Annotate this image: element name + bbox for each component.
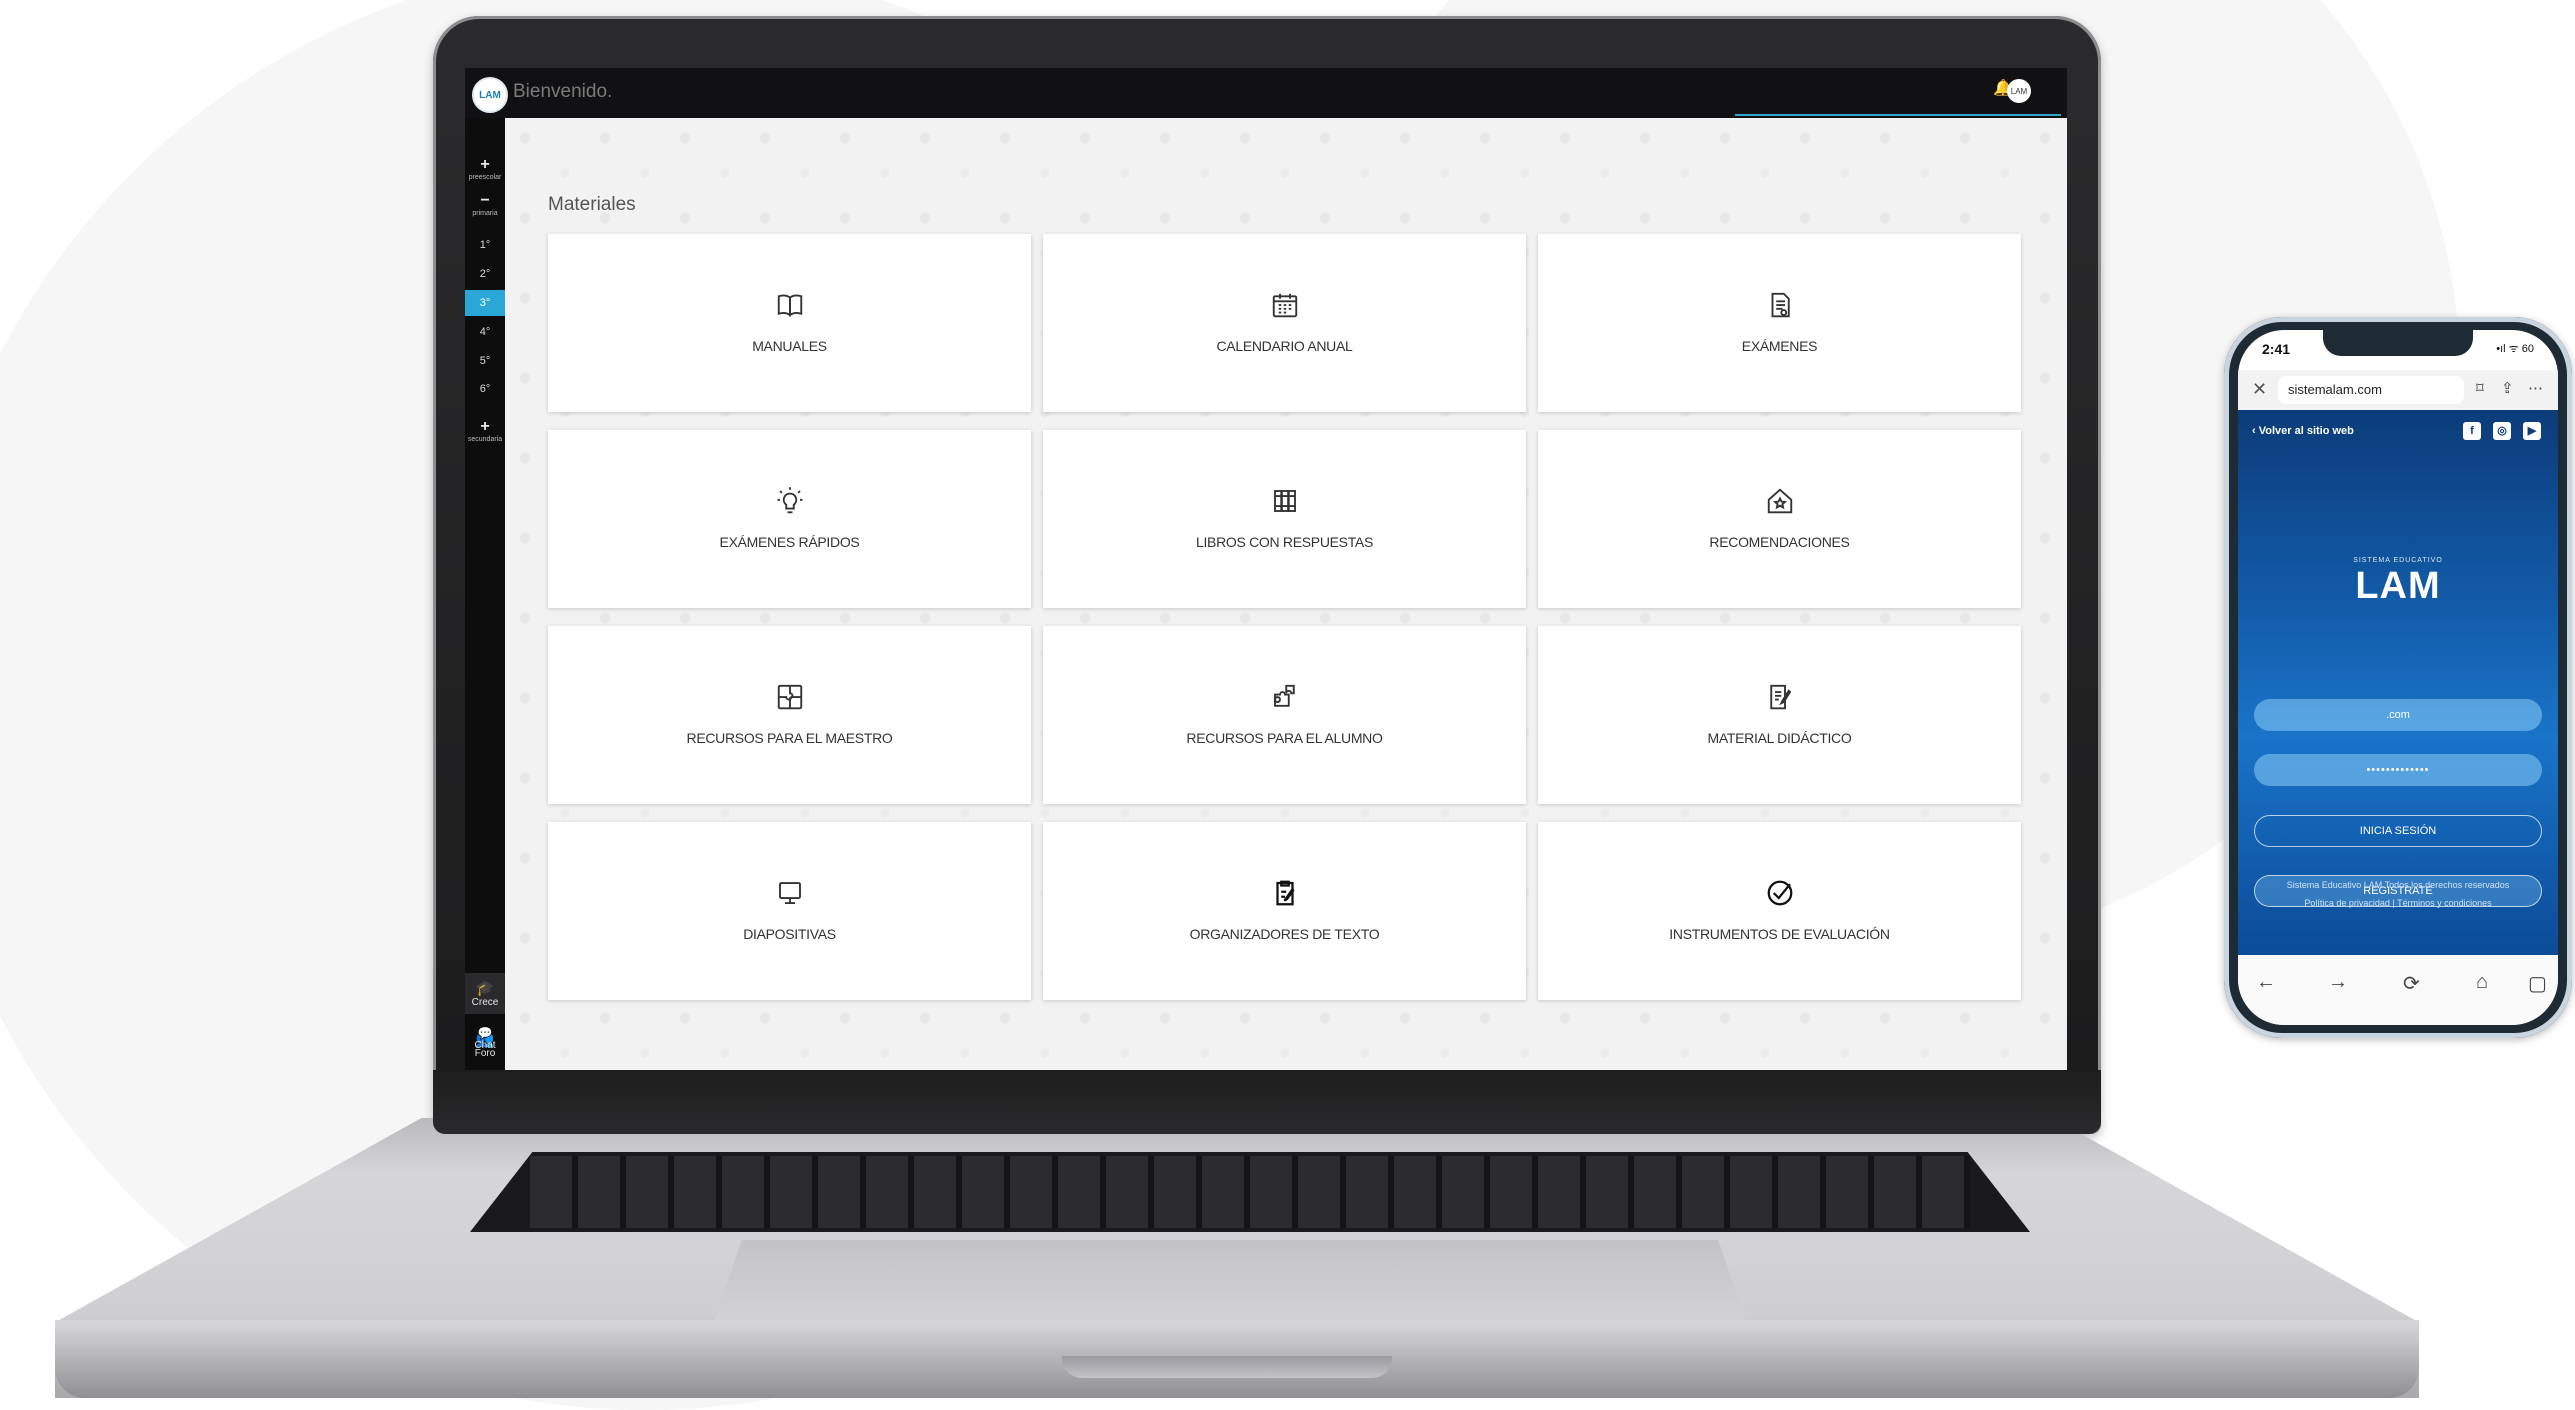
house-star-icon (1538, 486, 2021, 521)
card-recursos-maestro[interactable]: RECURSOS PARA EL MAESTRO (548, 626, 1031, 804)
card-recomendaciones[interactable]: RECOMENDACIONES (1538, 430, 2021, 608)
phone-notch (2323, 330, 2473, 356)
card-calendario-anual[interactable]: CALENDARIO ANUAL (1043, 234, 1526, 412)
more-icon[interactable]: ⋯ (2528, 379, 2543, 397)
sidebar-level-label: preescolar (468, 174, 502, 181)
footer-links[interactable]: Política de privacidad | Términos y cond… (2238, 898, 2558, 908)
brand-logo: LAM (2355, 565, 2441, 607)
card-label: INSTRUMENTOS DE EVALUACIÓN (1669, 926, 1890, 942)
card-organizadores-texto[interactable]: ORGANIZADORES DE TEXTO (1043, 822, 1526, 1000)
main-content: Materiales MANUALES CALENDARIO ANUAL EXÁ… (505, 118, 2067, 1070)
card-examenes[interactable]: EXÁMENES (1538, 234, 2021, 412)
youtube-icon[interactable]: ▶ (2523, 422, 2541, 440)
exam-document-icon (1538, 290, 2021, 325)
card-label: MANUALES (752, 338, 827, 354)
minus-icon: − (480, 192, 490, 209)
sidebar-grade-5[interactable]: 5° (465, 348, 505, 374)
close-icon[interactable]: ✕ (2252, 379, 2267, 400)
laptop-keyboard (470, 1152, 2030, 1232)
back-to-site-link[interactable]: ‹ Volver al sitio web (2252, 425, 2354, 437)
card-label: EXÁMENES (1741, 338, 1818, 354)
page-title: Materiales (548, 194, 636, 215)
browser-url-bar: ✕ sistemalam.com ⌑ ⇪ ⋯ (2238, 370, 2558, 410)
sidebar-grade-4[interactable]: 4° (465, 319, 505, 345)
monitor-icon (548, 878, 1031, 913)
sidebar-grade-1[interactable]: 1° (465, 232, 505, 258)
sidebar-level-secundaria[interactable]: + secundaria (465, 418, 505, 444)
phone-status-icons: •ıl ᯤ 60 (2496, 343, 2534, 355)
bookmark-icon[interactable]: ⌑ (2476, 379, 2484, 397)
card-material-didactico[interactable]: MATERIAL DIDÁCTICO (1538, 626, 2021, 804)
clipboard-edit-icon (1043, 878, 1526, 913)
card-label: RECURSOS PARA EL MAESTRO (686, 730, 893, 746)
card-label: RECURSOS PARA EL ALUMNO (1186, 730, 1383, 746)
password-field[interactable]: ••••••••••••• (2254, 754, 2542, 786)
card-recursos-alumno[interactable]: RECURSOS PARA EL ALUMNO (1043, 626, 1526, 804)
sidebar-tool-label: Chat (474, 1040, 496, 1051)
top-bar: LAM Bienvenido. 🔔 LAM (465, 68, 2067, 119)
share-icon[interactable]: ⇪ (2501, 379, 2514, 397)
sidebar-tool-crece[interactable]: 🎓 Crece (465, 973, 505, 1014)
card-libros-con-respuestas[interactable]: LIBROS CON RESPUESTAS (1043, 430, 1526, 608)
sidebar-tool-chat[interactable]: 💬 Chat (465, 1026, 505, 1051)
calendar-icon (1043, 290, 1526, 325)
app-logo[interactable]: LAM (472, 77, 508, 113)
reload-icon[interactable]: ⟳ (2403, 971, 2420, 996)
laptop-chin (433, 1070, 2101, 1134)
card-label: MATERIAL DIDÁCTICO (1707, 730, 1852, 746)
loading-bar (1735, 114, 2061, 116)
sidebar-grade-6[interactable]: 6° (465, 376, 505, 402)
puzzle-pieces-icon (1043, 682, 1526, 717)
phone-time: 2:41 (2262, 341, 2291, 357)
sidebar-level-label: primaria (472, 210, 498, 217)
url-field[interactable]: sistemalam.com (2278, 376, 2464, 404)
card-label: CALENDARIO ANUAL (1216, 338, 1353, 354)
footer-copyright: Sistema Educativo LAM Todos los derechos… (2286, 880, 2510, 890)
welcome-text: Bienvenido. (513, 81, 613, 102)
card-label: LIBROS CON RESPUESTAS (1195, 534, 1374, 550)
laptop-screen: LAM Bienvenido. 🔔 LAM + preescolar − pri… (465, 68, 2067, 1070)
document-pen-icon (1538, 682, 2021, 717)
card-examenes-rapidos[interactable]: EXÁMENES RÁPIDOS (548, 430, 1031, 608)
phone-screen: 2:41 •ıl ᯤ 60 ✕ sistemalam.com ⌑ ⇪ ⋯ ‹ V… (2238, 330, 2558, 1025)
login-button[interactable]: INICIA SESIÓN (2254, 815, 2542, 847)
card-manuales[interactable]: MANUALES (548, 234, 1031, 412)
lightbulb-icon (548, 486, 1031, 521)
back-link-label: Volver al sitio web (2258, 425, 2354, 437)
books-icon (1043, 486, 1526, 521)
sidebar-level-preescolar[interactable]: + preescolar (465, 156, 505, 182)
browser-nav-bar: ← → ⟳ ⌂ ▢ (2238, 955, 2558, 1025)
card-label: EXÁMENES RÁPIDOS (719, 534, 860, 550)
back-arrow-icon[interactable]: ← (2256, 971, 2276, 994)
home-icon[interactable]: ⌂ (2476, 971, 2488, 994)
tabs-icon[interactable]: ▢ (2528, 971, 2547, 996)
sidebar-grade-3[interactable]: 3° (465, 290, 505, 316)
email-field[interactable]: .com (2254, 699, 2542, 731)
check-badge-icon (1538, 878, 2021, 913)
user-avatar[interactable]: LAM (2007, 79, 2031, 103)
card-label: DIAPOSITIVAS (743, 926, 836, 942)
graduation-cap-icon: 🎓 (475, 980, 495, 997)
card-label: RECOMENDACIONES (1709, 534, 1850, 550)
sidebar-tool-label: Crece (471, 997, 499, 1008)
card-label: ORGANIZADORES DE TEXTO (1189, 926, 1380, 942)
card-instrumentos-evaluacion[interactable]: INSTRUMENTOS DE EVALUACIÓN (1538, 822, 2021, 1000)
plus-icon: + (480, 418, 490, 435)
forward-arrow-icon[interactable]: → (2328, 971, 2348, 994)
sidebar-grade-2[interactable]: 2° (465, 261, 505, 287)
sidebar-level-primaria[interactable]: − primaria (465, 192, 505, 218)
facebook-icon[interactable]: f (2463, 422, 2481, 440)
chat-icon: 💬 (477, 1026, 493, 1040)
card-diapositivas[interactable]: DIAPOSITIVAS (548, 822, 1031, 1000)
puzzle-icon (548, 682, 1031, 717)
login-hero: ‹ Volver al sitio web f ◎ ▶ SISTEMA EDUC… (2238, 410, 2558, 955)
laptop-front-notch (1062, 1356, 1392, 1378)
book-icon (548, 290, 1031, 325)
brand-subtitle: SISTEMA EDUCATIVO (2353, 557, 2443, 564)
instagram-icon[interactable]: ◎ (2493, 422, 2511, 440)
plus-icon: + (480, 156, 490, 173)
sidebar-level-label: secundaria (467, 436, 503, 443)
sidebar: + preescolar − primaria 1° 2° 3° 4° 5° 6… (465, 118, 505, 1070)
